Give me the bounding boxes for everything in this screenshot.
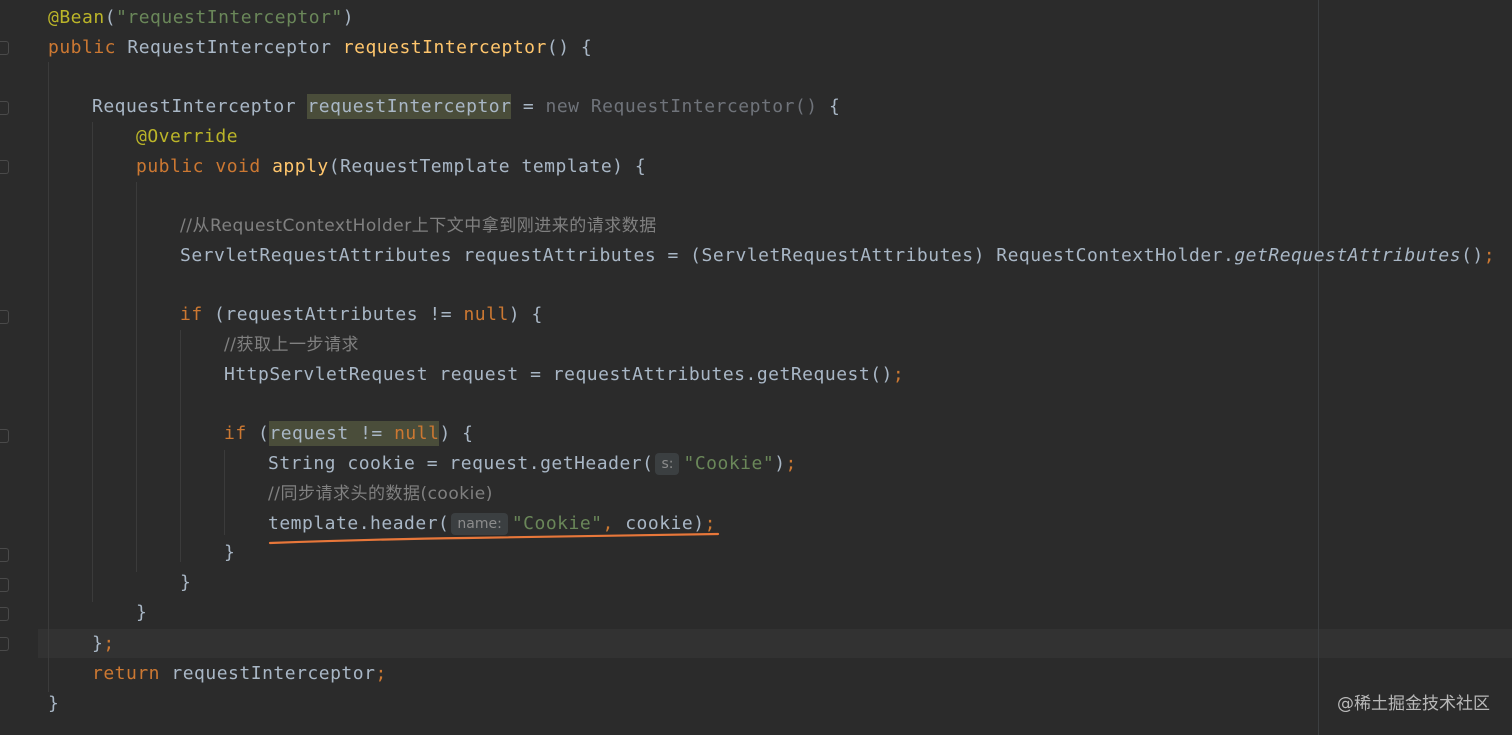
keyword-token: if bbox=[224, 423, 247, 444]
indent-guide bbox=[136, 182, 137, 572]
keyword-token: if bbox=[180, 304, 203, 325]
code-line[interactable]: } bbox=[224, 538, 235, 567]
code-line[interactable]: return requestInterceptor; bbox=[92, 659, 387, 688]
code-line[interactable]: } bbox=[180, 568, 191, 597]
code-line[interactable]: @Bean("requestInterceptor") bbox=[48, 3, 354, 32]
code-line[interactable]: public void apply(RequestTemplate templa… bbox=[136, 152, 646, 181]
code-line[interactable]: if (requestAttributes != null) { bbox=[180, 300, 543, 329]
code-line[interactable]: @Override bbox=[136, 122, 238, 151]
code-editor[interactable]: @Bean("requestInterceptor") public Reque… bbox=[0, 0, 1512, 735]
annotation-token: @Bean bbox=[48, 7, 105, 28]
fold-marker-icon[interactable] bbox=[0, 578, 9, 592]
keyword-token: void bbox=[204, 156, 273, 177]
fold-marker-icon[interactable] bbox=[0, 637, 9, 651]
fold-marker-icon[interactable] bbox=[0, 160, 9, 174]
code-line[interactable]: //同步请求头的数据(cookie) bbox=[268, 479, 493, 508]
fold-marker-icon[interactable] bbox=[0, 310, 9, 324]
string-token: "Cookie" bbox=[683, 453, 775, 474]
fold-marker-icon[interactable] bbox=[0, 41, 9, 55]
comment: //同步请求头的数据(cookie) bbox=[268, 484, 493, 504]
dimmed-code: new RequestInterceptor() bbox=[545, 96, 829, 117]
code-line[interactable]: //从RequestContextHolder上下文中拿到刚进来的请求数据 bbox=[180, 211, 657, 240]
watermark-text: @稀土掘金技术社区 bbox=[1337, 694, 1490, 714]
method-name: apply bbox=[272, 156, 329, 177]
parameter-hint: s: bbox=[655, 453, 680, 475]
code-line[interactable]: } bbox=[136, 598, 147, 627]
static-method-call: getRequestAttributes bbox=[1234, 245, 1462, 266]
keyword-token: return bbox=[92, 663, 161, 684]
fold-marker-icon[interactable] bbox=[0, 429, 9, 443]
current-line-highlight bbox=[0, 629, 1512, 658]
code-line[interactable]: if (request != null) { bbox=[224, 419, 473, 448]
code-line[interactable]: }; bbox=[92, 629, 115, 658]
code-line[interactable]: RequestInterceptor requestInterceptor = … bbox=[92, 92, 840, 121]
keyword-token: null bbox=[463, 304, 509, 325]
hand-drawn-underline bbox=[268, 532, 720, 545]
string-token: "requestInterceptor" bbox=[116, 7, 343, 28]
code-line[interactable]: public RequestInterceptor requestInterce… bbox=[48, 33, 592, 62]
comment: //获取上一步请求 bbox=[224, 335, 359, 355]
code-line[interactable]: } bbox=[48, 689, 59, 718]
fold-marker-icon[interactable] bbox=[0, 101, 9, 115]
right-margin-guide bbox=[1318, 0, 1319, 735]
method-name: requestInterceptor bbox=[342, 37, 547, 58]
editor-gutter bbox=[0, 0, 38, 735]
code-line[interactable]: //获取上一步请求 bbox=[224, 330, 359, 359]
code-line[interactable]: ServletRequestAttributes requestAttribut… bbox=[180, 241, 1495, 270]
fold-marker-icon[interactable] bbox=[0, 607, 9, 621]
code-line[interactable]: HttpServletRequest request = requestAttr… bbox=[224, 360, 904, 389]
keyword-token: public bbox=[136, 156, 205, 177]
fold-marker-icon[interactable] bbox=[0, 548, 9, 562]
keyword-token: public bbox=[48, 37, 117, 58]
indent-guide bbox=[224, 450, 225, 535]
indent-guide bbox=[92, 122, 93, 602]
comment: //从RequestContextHolder上下文中拿到刚进来的请求数据 bbox=[180, 216, 657, 236]
annotation-token: @Override bbox=[136, 126, 239, 147]
indent-guide bbox=[180, 330, 181, 562]
highlighted-variable: requestInterceptor bbox=[307, 94, 512, 119]
indent-guide bbox=[48, 62, 49, 692]
code-line[interactable]: String cookie = request.getHeader(s: "Coo… bbox=[268, 449, 797, 478]
highlighted-expression: request != null bbox=[269, 421, 440, 446]
